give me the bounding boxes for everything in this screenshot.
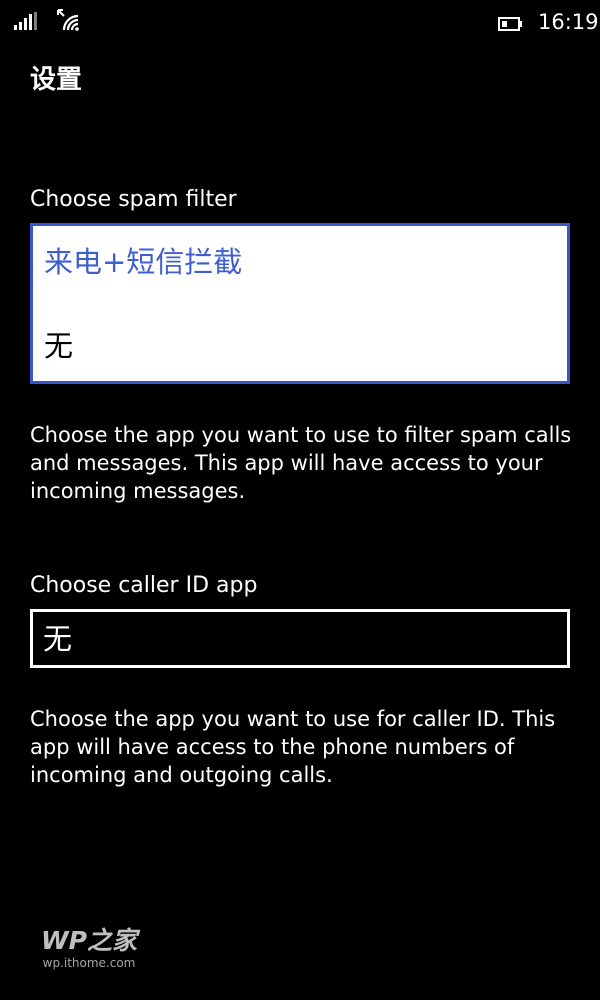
spam-filter-label: Choose spam filter — [30, 187, 237, 212]
watermark-brand: WP之家 — [41, 926, 137, 955]
spam-filter-description: Choose the app you want to use to filter… — [30, 423, 572, 503]
caller-id-description: Choose the app you want to use for calle… — [30, 707, 556, 787]
status-bar: 16:19 — [0, 0, 600, 46]
watermark-url: wp.ithome.com — [42, 956, 136, 970]
wifi-icon — [56, 6, 84, 36]
spam-filter-option-none[interactable]: 无 — [44, 327, 73, 365]
watermark-logo: WP之家 wp.ithome.com — [34, 926, 144, 970]
signal-bars-icon — [14, 12, 38, 34]
spam-filter-picker[interactable]: 来电+短信拦截 无 — [30, 223, 570, 384]
caller-id-picker[interactable]: 无 — [30, 609, 570, 668]
caller-id-value: 无 — [43, 622, 73, 656]
battery-icon — [498, 16, 524, 35]
clock: 16:19 — [538, 10, 599, 34]
spam-filter-option-selected[interactable]: 来电+短信拦截 — [44, 243, 242, 281]
page-title: 设置 — [30, 65, 83, 95]
caller-id-label: Choose caller ID app — [30, 573, 258, 598]
